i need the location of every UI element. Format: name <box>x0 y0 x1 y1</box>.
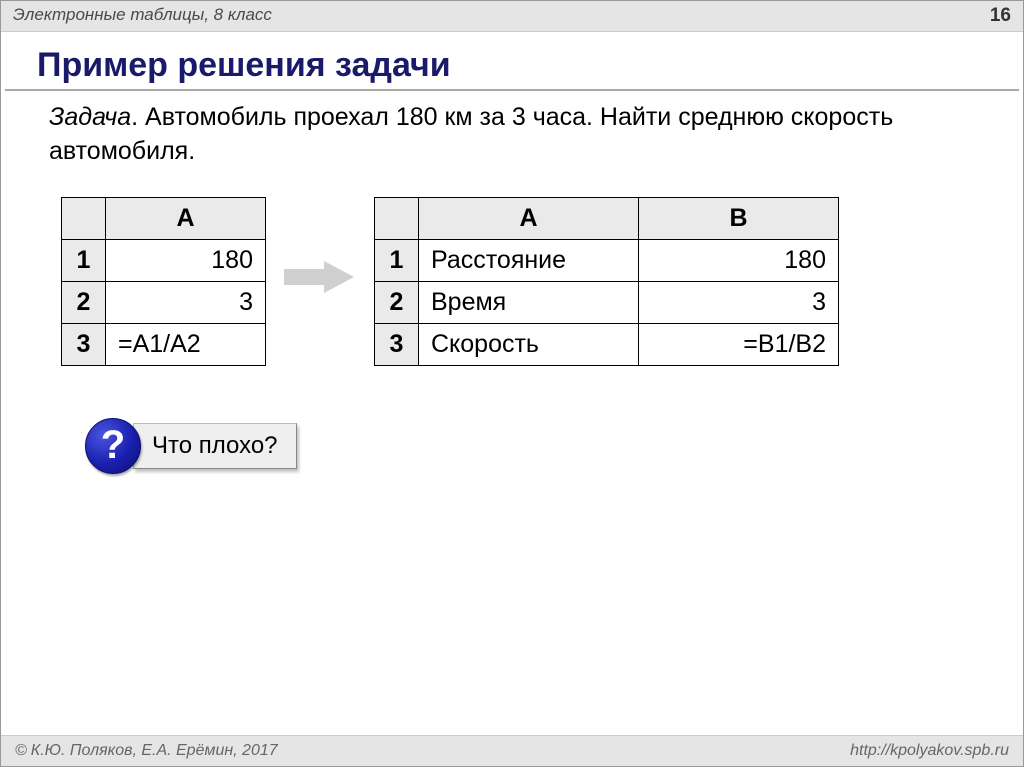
title-divider <box>5 89 1019 91</box>
row-header: 1 <box>375 239 419 281</box>
cell-a3: Скорость <box>419 323 639 365</box>
slide: Электронные таблицы, 8 класс 16 Пример р… <box>0 0 1024 767</box>
corner-cell <box>375 197 419 239</box>
cell-a3: =A1/A2 <box>106 323 266 365</box>
footer-copyright: ©К.Ю. Поляков, Е.А. Ерёмин, 2017 <box>15 742 278 760</box>
corner-cell <box>62 197 106 239</box>
table-row: 2 Время 3 <box>375 281 839 323</box>
table-row: 3 =A1/A2 <box>62 323 266 365</box>
row-header: 3 <box>62 323 106 365</box>
task-text: Задача. Автомобиль проехал 180 км за 3 ч… <box>1 101 1023 169</box>
table-row: 1 180 <box>62 239 266 281</box>
spreadsheet-left: A 1 180 2 3 3 =A1/A2 <box>61 197 266 366</box>
tables-row: A 1 180 2 3 3 =A1/A2 A B <box>1 169 1023 366</box>
question-callout: ? Что плохо? <box>85 418 1023 474</box>
table-row: 3 Скорость =B1/B2 <box>375 323 839 365</box>
question-text: Что плохо? <box>133 423 297 469</box>
row-header: 2 <box>375 281 419 323</box>
cell-b2: 3 <box>639 281 839 323</box>
cell-a2: Время <box>419 281 639 323</box>
page-number: 16 <box>990 5 1011 27</box>
row-header: 2 <box>62 281 106 323</box>
table-row: 1 Расстояние 180 <box>375 239 839 281</box>
row-header: 3 <box>375 323 419 365</box>
arrow-icon <box>284 259 356 291</box>
footer-bar: ©К.Ю. Поляков, Е.А. Ерёмин, 2017 http://… <box>1 735 1023 766</box>
task-label: Задача <box>49 103 131 131</box>
footer-url: http://kpolyakov.spb.ru <box>850 742 1009 760</box>
header-bar: Электронные таблицы, 8 класс 16 <box>1 1 1023 32</box>
header-subject: Электронные таблицы, 8 класс <box>13 5 272 27</box>
footer-authors: К.Ю. Поляков, Е.А. Ерёмин, 2017 <box>31 742 278 759</box>
col-header-b: B <box>639 197 839 239</box>
cell-b1: 180 <box>639 239 839 281</box>
task-body: . Автомобиль проехал 180 км за 3 часа. Н… <box>49 103 893 165</box>
copyright-icon: © <box>15 742 27 760</box>
spreadsheet-right: A B 1 Расстояние 180 2 Время 3 3 Скорост… <box>374 197 839 366</box>
cell-a1: 180 <box>106 239 266 281</box>
row-header: 1 <box>62 239 106 281</box>
slide-title: Пример решения задачи <box>1 32 1023 89</box>
col-header-a: A <box>106 197 266 239</box>
question-mark-icon: ? <box>85 418 141 474</box>
cell-b3: =B1/B2 <box>639 323 839 365</box>
col-header-a: A <box>419 197 639 239</box>
table-row: 2 3 <box>62 281 266 323</box>
cell-a1: Расстояние <box>419 239 639 281</box>
cell-a2: 3 <box>106 281 266 323</box>
